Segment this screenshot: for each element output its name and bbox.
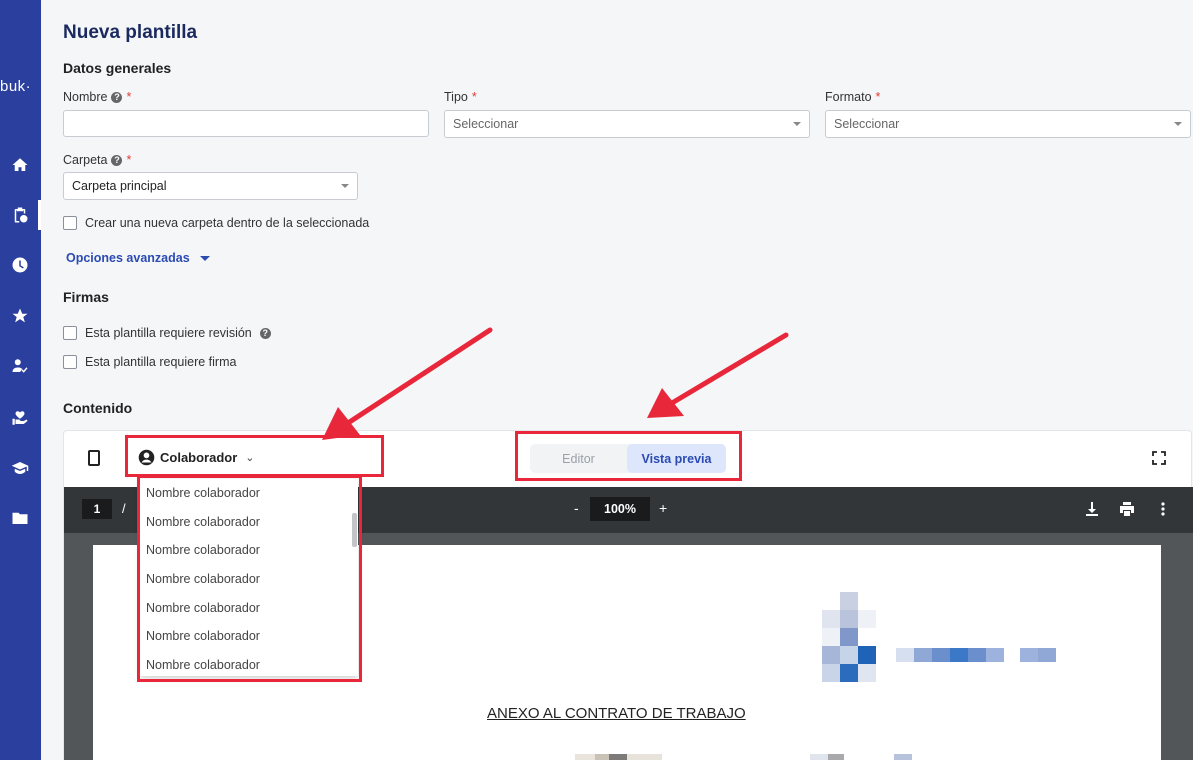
general-section-heading: Datos generales <box>63 60 172 76</box>
advanced-options-toggle[interactable]: Opciones avanzadas <box>66 251 210 265</box>
highlight-collaborator <box>125 435 384 477</box>
document-text-block <box>627 754 662 760</box>
arrow-head-icon <box>647 388 684 418</box>
fullscreen-icon[interactable] <box>1152 451 1166 465</box>
user-check-icon[interactable] <box>10 356 30 376</box>
signatures-section-heading: Firmas <box>63 289 109 305</box>
mobile-view-icon[interactable] <box>86 449 102 467</box>
format-label-text: Formato <box>825 90 872 104</box>
document-logo <box>858 646 876 664</box>
highlight-view-toggle <box>515 431 742 481</box>
graduation-icon[interactable] <box>10 458 30 478</box>
document-logo <box>1038 648 1056 662</box>
zoom-out-button[interactable]: - <box>574 500 579 516</box>
folder-label-text: Carpeta <box>63 153 108 167</box>
sidebar-active-indicator <box>38 200 41 230</box>
document-logo <box>932 648 950 662</box>
home-icon[interactable] <box>10 155 30 175</box>
arrow-to-collaborator <box>345 327 493 426</box>
chevron-down-icon <box>793 122 801 126</box>
document-logo <box>950 648 968 662</box>
help-icon[interactable]: ? <box>259 327 271 339</box>
format-label: Formato * <box>825 90 880 104</box>
type-select[interactable]: Seleccionar <box>444 110 810 138</box>
document-logo <box>840 610 858 628</box>
hand-heart-icon[interactable] <box>10 408 30 428</box>
checkbox[interactable] <box>63 216 77 230</box>
name-label: Nombre ? * <box>63 90 131 104</box>
caret-down-icon <box>199 255 210 261</box>
review-checkbox-label: Esta plantilla requiere revisión <box>85 326 252 340</box>
help-icon[interactable]: ? <box>111 154 123 166</box>
document-logo <box>822 610 840 628</box>
document-text-block <box>828 754 844 760</box>
document-logo <box>840 592 858 610</box>
document-logo <box>840 664 858 682</box>
content-section-heading: Contenido <box>63 400 133 416</box>
folder-select[interactable]: Carpeta principal <box>63 172 358 200</box>
checkbox[interactable] <box>63 355 77 369</box>
name-label-text: Nombre <box>63 90 108 104</box>
page-separator: / <box>122 501 126 516</box>
type-select-placeholder: Seleccionar <box>453 117 519 131</box>
folder-select-value: Carpeta principal <box>72 179 167 193</box>
sidebar <box>0 0 41 760</box>
document-logo <box>822 664 840 682</box>
document-title: ANEXO AL CONTRATO DE TRABAJO <box>487 705 746 722</box>
document-logo <box>858 610 876 628</box>
type-label: Tipo * <box>444 90 477 104</box>
download-icon[interactable] <box>1084 500 1100 518</box>
document-logo <box>986 648 1004 662</box>
arrow-to-toggle <box>669 332 789 406</box>
folder-icon[interactable] <box>10 508 30 528</box>
clipboard-icon[interactable] <box>10 205 30 225</box>
document-text-block <box>609 754 627 760</box>
document-logo <box>822 646 840 664</box>
signature-checkbox-label: Esta plantilla requiere firma <box>85 355 237 369</box>
signature-checkbox[interactable]: Esta plantilla requiere firma <box>63 355 236 369</box>
advanced-options-label: Opciones avanzadas <box>66 251 190 265</box>
format-select[interactable]: Seleccionar <box>825 110 1191 138</box>
star-icon[interactable] <box>10 306 30 326</box>
review-checkbox[interactable]: Esta plantilla requiere revisión ? <box>63 326 271 340</box>
document-text-block <box>810 754 828 760</box>
document-logo <box>896 648 914 662</box>
document-text-block <box>894 754 912 760</box>
required-asterisk: * <box>875 90 881 104</box>
zoom-in-button[interactable]: + <box>659 500 667 516</box>
new-folder-checkbox-label: Crear una nueva carpeta dentro de la sel… <box>85 216 370 230</box>
checkbox[interactable] <box>63 326 77 340</box>
help-icon[interactable]: ? <box>111 91 123 103</box>
folder-label: Carpeta ? * <box>63 153 131 167</box>
required-asterisk: * <box>126 153 132 167</box>
zoom-level[interactable]: 100% <box>590 497 650 521</box>
document-logo <box>858 664 876 682</box>
clock-icon[interactable] <box>10 255 30 275</box>
document-text-block <box>575 754 595 760</box>
document-logo <box>914 648 932 662</box>
chevron-down-icon <box>1174 122 1182 126</box>
highlight-dropdown <box>137 475 362 682</box>
print-icon[interactable] <box>1119 500 1135 518</box>
more-options-icon[interactable] <box>1155 500 1171 518</box>
type-label-text: Tipo <box>444 90 468 104</box>
format-select-placeholder: Seleccionar <box>834 117 900 131</box>
page-title: Nueva plantilla <box>63 22 198 43</box>
document-logo <box>1020 648 1038 662</box>
required-asterisk: * <box>471 90 477 104</box>
document-logo <box>840 628 858 646</box>
document-logo <box>968 648 986 662</box>
name-input[interactable] <box>63 110 429 137</box>
required-asterisk: * <box>126 90 132 104</box>
new-folder-checkbox[interactable]: Crear una nueva carpeta dentro de la sel… <box>63 216 369 230</box>
buk-logo: buk· <box>0 78 32 95</box>
document-logo <box>840 646 858 664</box>
chevron-down-icon <box>341 184 349 188</box>
document-logo <box>822 628 840 646</box>
page-number-input[interactable]: 1 <box>82 499 112 519</box>
document-text-block <box>595 754 609 760</box>
